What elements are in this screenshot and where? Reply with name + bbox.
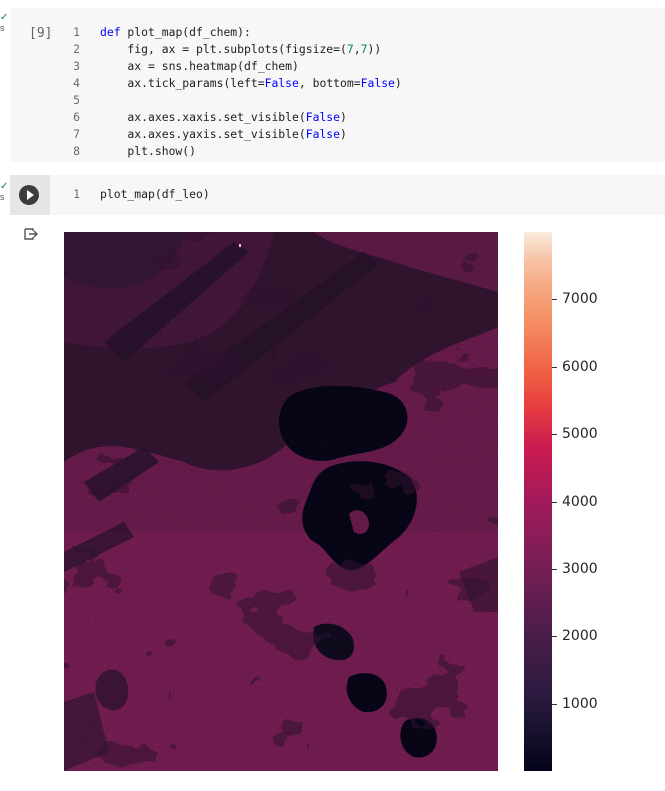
- cell1-status-indicator: ✓ s: [0, 12, 9, 33]
- code-line[interactable]: 4 ax.tick_params(left=False, bottom=Fals…: [60, 75, 402, 92]
- colorbar-tick-mark: [552, 704, 557, 705]
- colorbar-tick-mark: [552, 502, 557, 503]
- colorbar-tick-mark: [552, 569, 557, 570]
- code-line[interactable]: 5: [60, 92, 402, 109]
- code-token: False: [264, 76, 299, 90]
- colorbar-tick-mark: [552, 299, 557, 300]
- code-token: )): [367, 42, 382, 56]
- code-cell-1[interactable]: [9] 1 def plot_map(df_chem): 2 fig, ax = p…: [10, 8, 665, 162]
- code-token: False: [360, 76, 395, 90]
- code-token: ): [340, 110, 347, 124]
- line-number: 5: [73, 93, 80, 107]
- code-token: plt.show(): [100, 144, 197, 158]
- run-area[interactable]: [10, 175, 50, 215]
- colorbar-tick-mark: [552, 367, 557, 368]
- colorbar: [524, 232, 552, 771]
- code-token: 7: [346, 42, 354, 56]
- colorbar-tick-label: 6000: [562, 359, 598, 375]
- code-token: ax.tick_params(left=: [100, 76, 265, 90]
- line-number: 8: [73, 144, 80, 158]
- line-number: 7: [73, 127, 80, 141]
- code-token: False: [305, 127, 341, 141]
- line-number: 1: [73, 25, 80, 39]
- code-token: ax.axes.xaxis.set_visible(: [100, 110, 306, 124]
- code-line[interactable]: 8 plt.show(): [60, 143, 402, 160]
- line-number: 3: [73, 59, 80, 73]
- code-token: plot_map(df_leo): [100, 187, 210, 201]
- check-icon: ✓: [0, 12, 9, 23]
- line-number: 2: [73, 42, 80, 56]
- colorbar-tick-label: 4000: [562, 494, 598, 510]
- code-token: def: [100, 25, 121, 39]
- colorbar-tick-label: 1000: [562, 696, 598, 712]
- colorbar-tick-label: 3000: [562, 561, 598, 577]
- code-line[interactable]: 6 ax.axes.xaxis.set_visible(False): [60, 109, 402, 126]
- heatmap-high-value-speck: [239, 244, 241, 247]
- code-line[interactable]: 7 ax.axes.yaxis.set_visible(False): [60, 126, 402, 143]
- code-token: ): [394, 76, 402, 90]
- code-editor-1[interactable]: 1 def plot_map(df_chem): 2 fig, ax = plt.s…: [60, 24, 402, 160]
- execution-count: [9]: [29, 26, 53, 41]
- colorbar-tick-label: 2000: [562, 628, 598, 644]
- run-button[interactable]: [19, 185, 39, 205]
- code-line[interactable]: 2 fig, ax = plt.subplots(figsize=(7,7)): [60, 41, 402, 58]
- colorbar-tick-mark: [552, 636, 557, 637]
- line-number: 4: [73, 76, 80, 90]
- code-cell-2[interactable]: 1 plot_map(df_leo): [10, 175, 665, 215]
- code-token: fig, ax = plt.subplots(figsize=(: [100, 42, 347, 56]
- code-editor-2[interactable]: 1 plot_map(df_leo): [60, 186, 210, 203]
- code-token: plot_map(df_chem):: [120, 25, 251, 39]
- colorbar-tick-mark: [552, 434, 557, 435]
- code-token: ,: [353, 42, 361, 56]
- heatmap-grain: [64, 232, 498, 771]
- notebook-page: ✓ s ✓ s [9] 1 def plot_map(df_chem): 2 fig…: [0, 0, 665, 791]
- output-icon[interactable]: [22, 226, 38, 242]
- code-token: , bottom=: [298, 76, 361, 90]
- heatmap-image: [64, 232, 498, 771]
- code-line[interactable]: 1 def plot_map(df_chem):: [60, 24, 402, 41]
- code-token: ax.axes.yaxis.set_visible(: [100, 127, 306, 141]
- code-token: ): [340, 127, 347, 141]
- colorbar-tick-label: 7000: [562, 291, 598, 307]
- code-line[interactable]: 3 ax = sns.heatmap(df_chem): [60, 58, 402, 75]
- line-number: 6: [73, 110, 80, 124]
- line-number: 1: [73, 187, 80, 201]
- code-line[interactable]: 1 plot_map(df_leo): [60, 186, 210, 203]
- code-token: ax = sns.heatmap(df_chem): [100, 59, 299, 73]
- check-icon: ✓: [0, 181, 9, 192]
- cell2-status-indicator: ✓ s: [0, 181, 9, 202]
- code-token: False: [305, 110, 341, 124]
- colorbar-tick-label: 5000: [562, 426, 598, 442]
